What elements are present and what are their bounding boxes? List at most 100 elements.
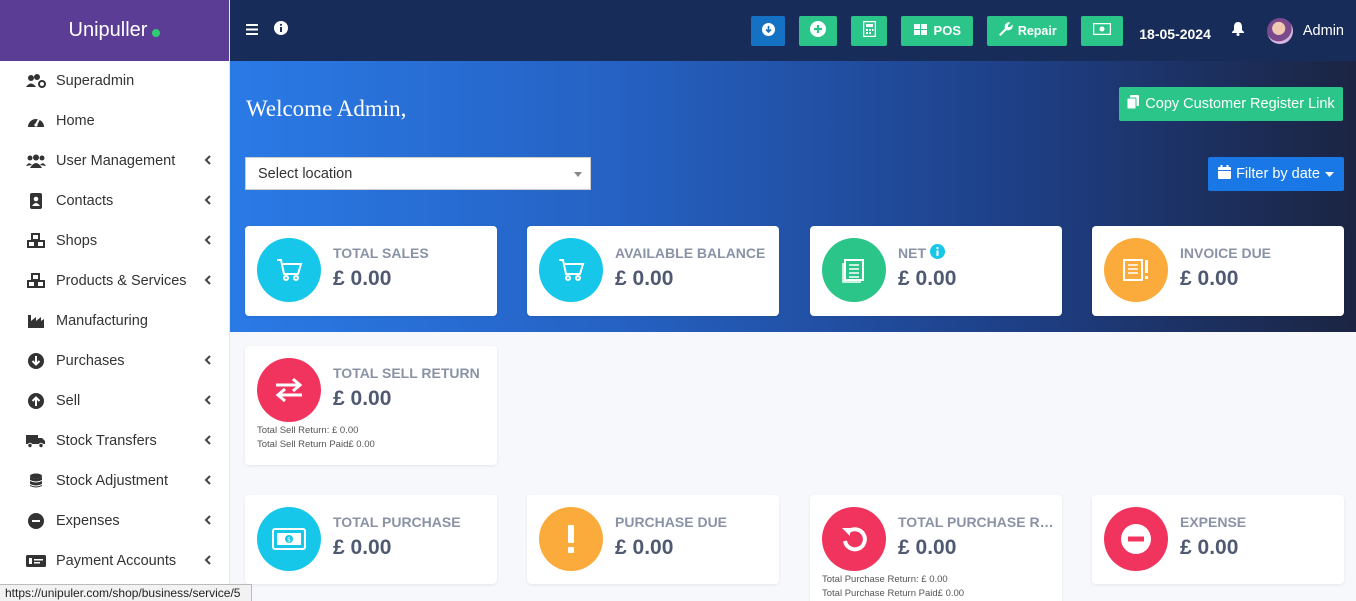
sidebar-item-label: Products & Services: [56, 273, 187, 289]
sidebar-item-label: Payment Accounts: [56, 553, 177, 569]
copy-customer-register-link-button[interactable]: Copy Customer Register Link: [1119, 87, 1343, 121]
chevron-left-icon: [201, 233, 211, 249]
stat-card-total-sell-return: TOTAL SELL RETURN £ 0.00 Total Sell Retu…: [245, 346, 497, 465]
cash-register-button[interactable]: [1081, 15, 1124, 46]
chevron-left-icon: [201, 153, 211, 169]
pos-button[interactable]: POS: [901, 15, 974, 46]
avatar[interactable]: [1266, 17, 1293, 44]
sidebar-item-expenses[interactable]: Expenses: [0, 501, 229, 541]
sidebar-item-contacts[interactable]: Contacts: [0, 181, 229, 221]
top-navbar: POS Repair 18-05-2024 Admin: [230, 0, 1356, 61]
arrow-circle-down-icon: [26, 352, 46, 370]
sidebar-item-label: Contacts: [56, 193, 114, 209]
sidebar-item-products-services[interactable]: Products & Services: [0, 261, 229, 301]
welcome-heading: Welcome Admin,: [246, 96, 407, 121]
card-title: TOTAL PURCHASE RETURN: [898, 514, 1058, 530]
sidebar-item-payment-accounts[interactable]: Payment Accounts: [0, 541, 229, 581]
add-button[interactable]: [799, 15, 838, 46]
card-value: £ 0.00: [615, 267, 674, 290]
calculator-button[interactable]: [851, 15, 888, 46]
repair-button[interactable]: Repair: [987, 15, 1068, 46]
sidebar-item-user-management[interactable]: User Management: [0, 141, 229, 181]
card-title: EXPENSE: [1180, 514, 1247, 530]
card-title: NET: [898, 245, 926, 261]
card-value: £ 0.00: [333, 267, 392, 290]
sidebar-item-superadmin[interactable]: Superadmin: [0, 61, 229, 101]
sidebar-item-label: Sell: [56, 393, 81, 409]
sidebar-item-home[interactable]: Home: [0, 101, 229, 141]
undo-icon: [822, 507, 886, 571]
card-value: £ 0.00: [615, 536, 674, 559]
info-icon[interactable]: [274, 21, 288, 40]
chevron-left-icon: [201, 393, 211, 409]
sidebar-item-label: Expenses: [56, 513, 120, 529]
user-name[interactable]: Admin: [1303, 23, 1344, 39]
dashboard-icon: [26, 112, 46, 130]
card-title: TOTAL PURCHASE: [333, 514, 461, 530]
sidebar-item-stock-adjustment[interactable]: Stock Adjustment: [0, 461, 229, 501]
chevron-left-icon: [201, 273, 211, 289]
sidebar-item-label: Shops: [56, 233, 98, 249]
card-title: PURCHASE DUE: [615, 514, 728, 530]
stat-card-total-purchase: $ TOTAL PURCHASE £ 0.00: [245, 495, 497, 584]
sidebar-item-purchases[interactable]: Purchases: [0, 341, 229, 381]
bell-icon[interactable]: [1231, 21, 1245, 41]
brand-name: Unipuller: [68, 19, 148, 41]
stat-card-available-balance: AVAILABLE BALANCE £ 0.00: [527, 226, 779, 316]
card-value: £ 0.00: [898, 536, 957, 559]
filter-by-date-button[interactable]: Filter by date: [1208, 157, 1344, 191]
hamburger-menu-icon[interactable]: [246, 22, 258, 40]
location-select[interactable]: Select location: [245, 157, 591, 190]
filter-button-label: Filter by date: [1236, 166, 1320, 182]
card-note: Total Purchase Return Paid£ 0.00: [822, 588, 965, 599]
stat-card-purchase-due: PURCHASE DUE £ 0.00: [527, 495, 779, 584]
svg-text:$: $: [287, 537, 291, 544]
wrench-icon: [998, 21, 1014, 40]
stat-card-net: NET £ 0.00: [810, 226, 1062, 316]
exchange-icon: [257, 358, 321, 422]
sidebar-item-label: Stock Adjustment: [56, 473, 169, 489]
sidebar-item-stock-transfers[interactable]: Stock Transfers: [0, 421, 229, 461]
card-value: £ 0.00: [333, 536, 392, 559]
cubes-icon: [26, 272, 46, 290]
money-bill-icon: [1093, 22, 1112, 38]
cart-icon: [257, 238, 321, 302]
address-book-icon: [26, 192, 46, 210]
card-value: £ 0.00: [1180, 536, 1239, 559]
calendar-icon: [1218, 165, 1232, 183]
caret-down-icon: [1324, 166, 1334, 182]
minus-circle-icon: [26, 512, 46, 530]
stat-card-invoice-due: INVOICE DUE £ 0.00: [1092, 226, 1344, 316]
card-value: £ 0.00: [1180, 267, 1239, 290]
arrow-circle-down-icon: [761, 22, 775, 39]
sidebar-item-label: Purchases: [56, 353, 125, 369]
users-icon: [26, 152, 46, 170]
card-title: TOTAL SALES: [333, 245, 429, 261]
truck-icon: [26, 432, 46, 450]
stat-card-total-purchase-return: TOTAL PURCHASE RETURN £ 0.00 Total Purch…: [810, 495, 1062, 601]
grid-icon: [913, 23, 927, 38]
copy-button-label: Copy Customer Register Link: [1145, 96, 1335, 112]
pos-label: POS: [933, 23, 961, 38]
sidebar-item-shops[interactable]: Shops: [0, 221, 229, 261]
sidebar-item-sell[interactable]: Sell: [0, 381, 229, 421]
plus-circle-icon: [810, 21, 827, 40]
status-url-tooltip: https://unipuler.com/shop/business/servi…: [0, 584, 252, 601]
card-title: TOTAL SELL RETURN: [333, 365, 480, 381]
stat-card-total-sales: TOTAL SALES £ 0.00: [245, 226, 497, 316]
copy-icon: [1126, 95, 1140, 113]
exclamation-icon: [539, 507, 603, 571]
cubes-icon: [26, 232, 46, 250]
sidebar-item-label: Manufacturing: [56, 313, 148, 329]
download-button[interactable]: [751, 15, 786, 46]
stat-card-expense: EXPENSE £ 0.00: [1092, 495, 1344, 584]
brand-logo[interactable]: Unipuller: [0, 0, 229, 61]
chevron-left-icon: [201, 553, 211, 569]
card-note: Total Purchase Return: £ 0.00: [822, 574, 948, 585]
invoice-alert-icon: [1104, 238, 1168, 302]
sidebar-item-label: Stock Transfers: [56, 433, 157, 449]
online-dot-icon: [152, 28, 161, 37]
info-icon[interactable]: [930, 244, 945, 264]
sidebar-item-manufacturing[interactable]: Manufacturing: [0, 301, 229, 341]
card-title: INVOICE DUE: [1180, 245, 1272, 261]
